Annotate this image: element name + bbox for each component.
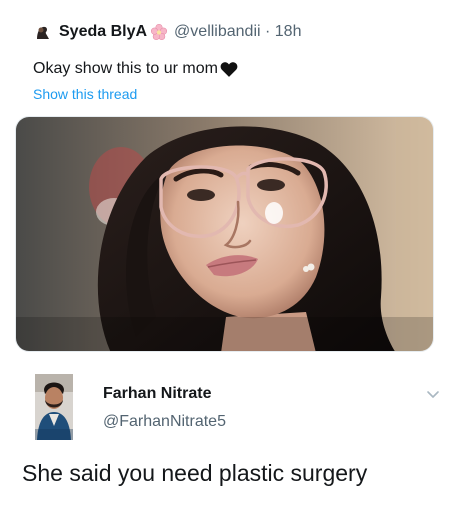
reply-text: She said you need plastic surgery — [22, 460, 368, 486]
tweet-photo[interactable] — [15, 116, 434, 352]
reply-tweet: Farhan Nitrate @FarhanNitrate5 She said … — [0, 360, 450, 509]
tweet-text: Okay show this to ur mom — [33, 60, 238, 78]
reply-author-name[interactable]: Farhan Nitrate — [103, 385, 211, 403]
tweet-text-content: Okay show this to ur mom — [33, 60, 218, 77]
flower-emoji-icon — [151, 23, 168, 41]
black-heart-icon — [220, 62, 238, 77]
reply-avatar[interactable] — [35, 374, 73, 440]
author-avatar[interactable] — [33, 22, 53, 42]
reply-author-handle[interactable]: @FarhanNitrate5 — [103, 413, 226, 431]
chevron-down-icon[interactable] — [426, 390, 440, 400]
tweet-author-name[interactable]: Syeda BlyA — [59, 23, 147, 41]
show-thread-link[interactable]: Show this thread — [33, 86, 137, 102]
original-tweet: Syeda BlyA @vellibandii · 18h Okay show … — [0, 0, 450, 360]
tweet-author-row: Syeda BlyA @vellibandii · 18h — [33, 21, 301, 43]
tweet-handle-time: @vellibandii · 18h — [174, 23, 302, 40]
